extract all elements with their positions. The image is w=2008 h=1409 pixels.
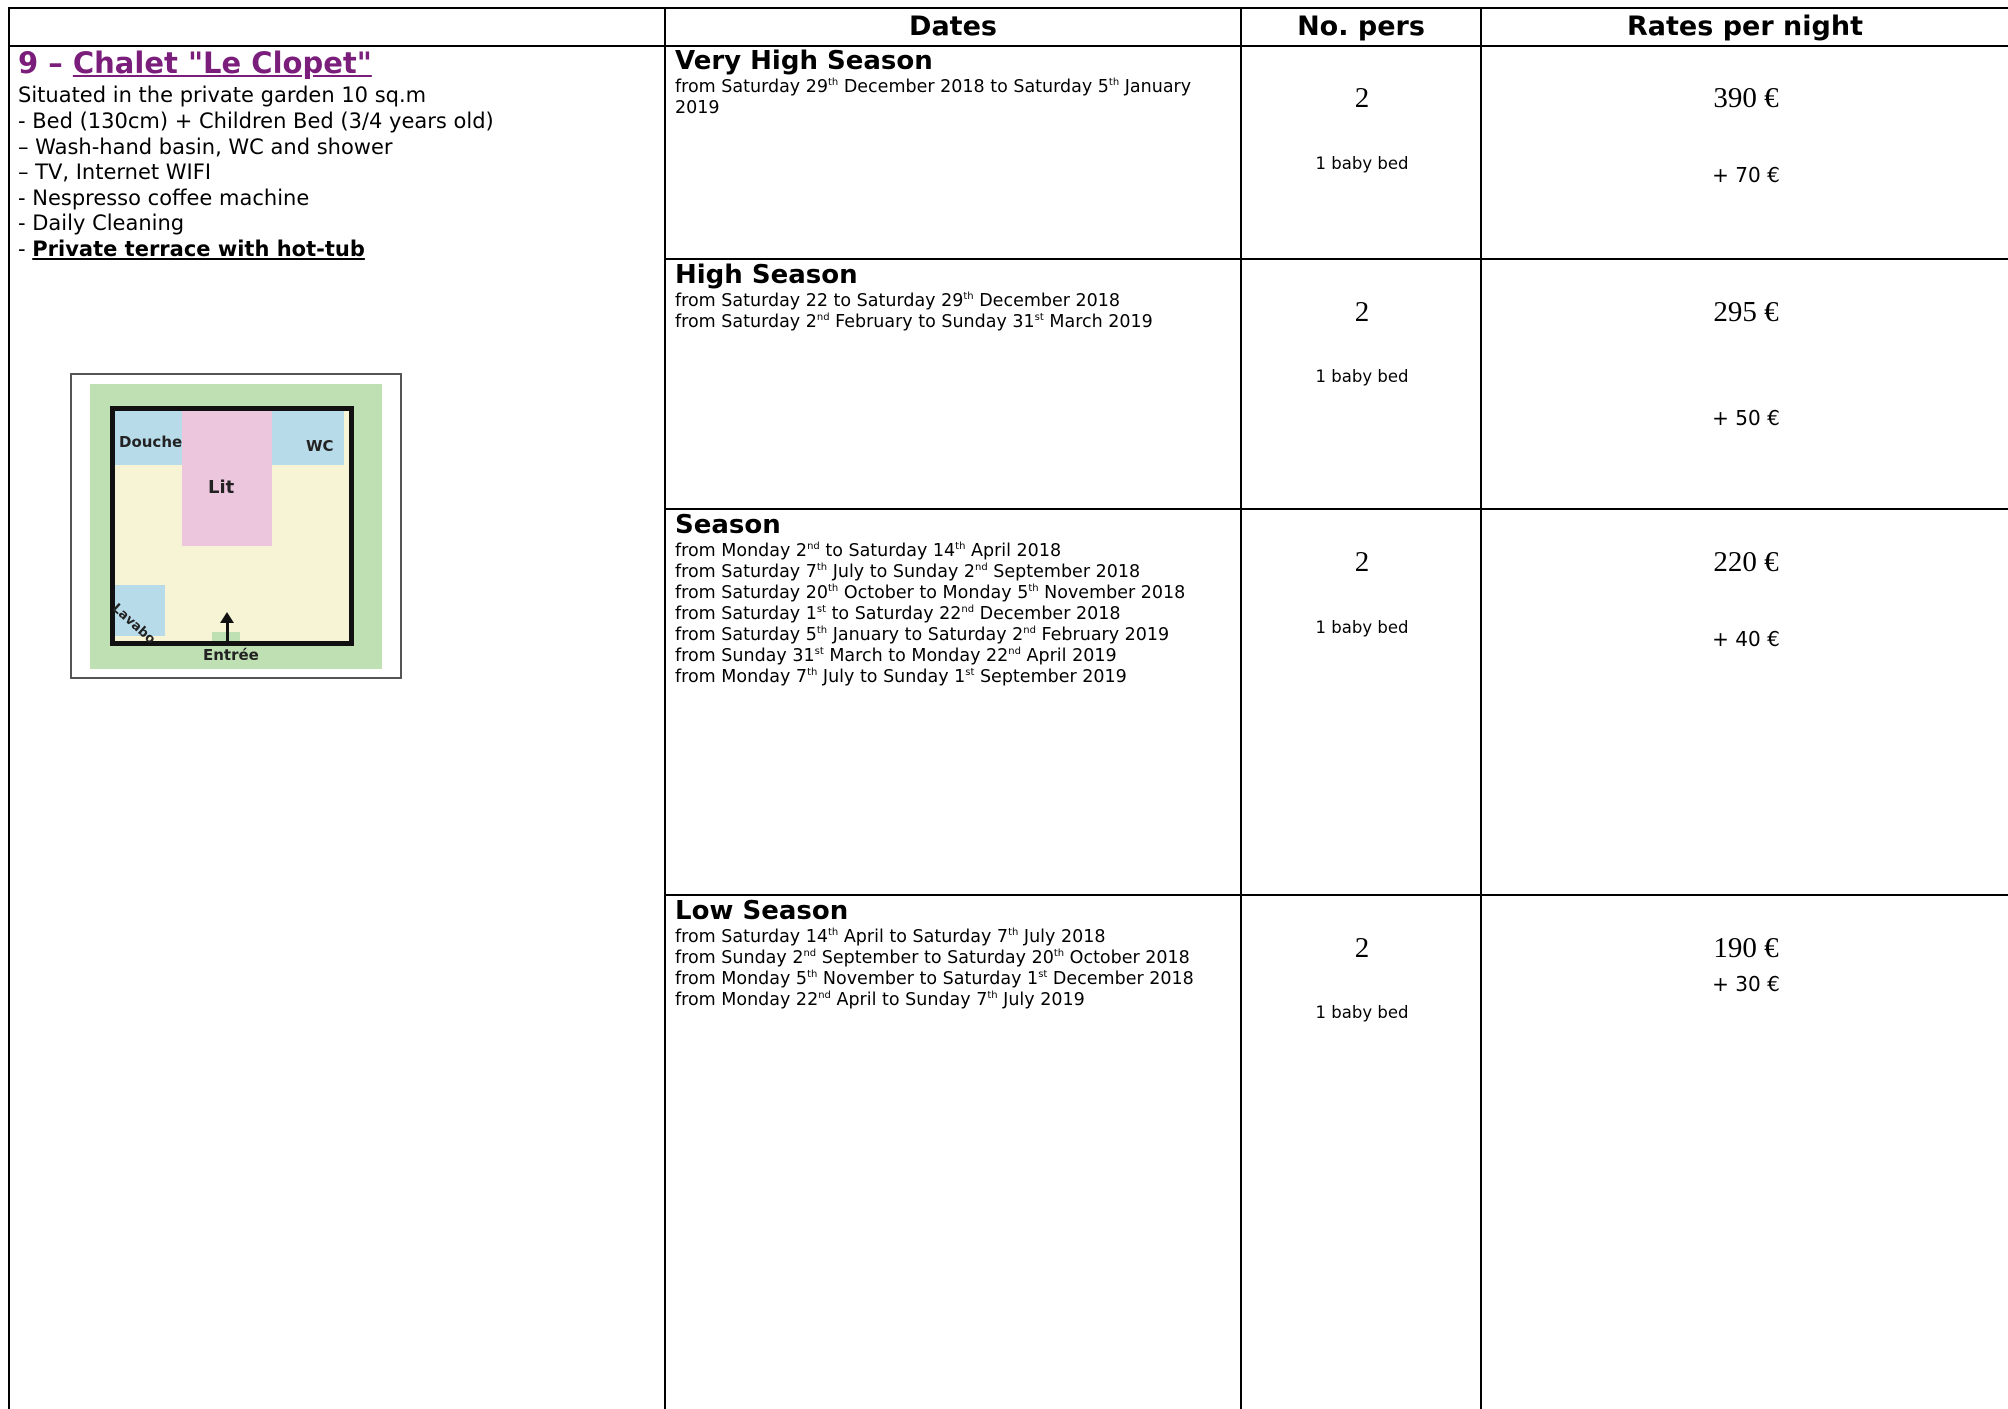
room-description-line: - Daily Cleaning (18, 211, 185, 235)
date-range-line: from Saturday 29th December 2018 to Satu… (675, 77, 1192, 97)
plan-label-lit: Lit (208, 477, 235, 498)
extra-bed-price: + 40 € (1712, 627, 1780, 651)
extra-bed-label: 1 baby bed (1315, 1003, 1409, 1022)
room-name-link[interactable]: Chalet "Le Clopet" (73, 46, 372, 80)
room-number: 9 – (18, 46, 73, 80)
price-per-night: 190 € (1713, 932, 1779, 964)
extra-bed-label: 1 baby bed (1315, 367, 1409, 386)
room-highlight-line: - Private terrace with hot-tub (18, 236, 365, 262)
extra-bed-label: 1 baby bed (1315, 154, 1409, 173)
extra-bed-label: 1 baby bed (1315, 618, 1409, 637)
date-range-line: from Saturday 5th January to Saturday 2n… (675, 625, 1170, 645)
date-range-line: from Sunday 2nd September to Saturday 20… (675, 948, 1190, 968)
date-range-line: from Saturday 7th July to Sunday 2nd Sep… (675, 562, 1141, 582)
row-divider-2 (664, 508, 2008, 510)
date-range-line: 2019 (675, 98, 720, 118)
date-range-line: from Monday 5th November to Saturday 1st… (675, 969, 1194, 989)
date-range-line: from Monday 22nd April to Sunday 7th Jul… (675, 990, 1085, 1010)
date-range-line: from Saturday 2nd February to Sunday 31s… (675, 312, 1153, 332)
season-name: Low Season (675, 896, 849, 926)
date-range-line: from Saturday 1st to Saturday 22nd Decem… (675, 604, 1121, 624)
col-divider-dates (664, 7, 666, 1409)
date-range-line: from Sunday 31st March to Monday 22nd Ap… (675, 646, 1117, 666)
room-description-line: Situated in the private garden 10 sq.m (18, 83, 427, 107)
date-range-line: from Saturday 22 to Saturday 29th Decemb… (675, 291, 1121, 311)
room-highlight: Private terrace with hot-tub (32, 237, 365, 261)
header-dates: Dates (909, 11, 997, 42)
room-description-line: - Nespresso coffee machine (18, 186, 310, 210)
season-name: High Season (675, 260, 858, 290)
extra-bed-price: + 50 € (1712, 406, 1780, 430)
season-name: Very High Season (675, 46, 933, 76)
persons-count: 2 (1354, 296, 1370, 328)
header-rates: Rates per night (1627, 11, 1863, 42)
date-range-line: from Saturday 20th October to Monday 5th… (675, 583, 1186, 603)
price-per-night: 295 € (1713, 296, 1779, 328)
persons-count: 2 (1354, 82, 1370, 114)
room-description-line: – Wash-hand basin, WC and shower (18, 135, 393, 159)
room-description-line: – TV, Internet WIFI (18, 160, 212, 184)
row-divider-1 (664, 258, 2008, 260)
persons-count: 2 (1354, 546, 1370, 578)
header-persons: No. pers (1297, 11, 1425, 42)
persons-count: 2 (1354, 932, 1370, 964)
date-range-line: from Monday 2nd to Saturday 14th April 2… (675, 541, 1062, 561)
extra-bed-price: + 70 € (1712, 163, 1780, 187)
season-name: Season (675, 510, 781, 540)
room-description-line: - Bed (130cm) + Children Bed (3/4 years … (18, 109, 494, 133)
entrance-arrow-icon (226, 620, 229, 644)
col-divider-rates (1480, 7, 1482, 1409)
room-title: 9 – Chalet "Le Clopet" (18, 46, 372, 80)
table-left-border (8, 7, 10, 1409)
price-per-night: 220 € (1713, 546, 1779, 578)
entrance-arrowhead-icon (220, 612, 234, 623)
plan-label-wc: WC (306, 437, 334, 455)
date-range-line: from Saturday 14th April to Saturday 7th… (675, 927, 1106, 947)
date-range-line: from Monday 7th July to Sunday 1st Septe… (675, 667, 1127, 687)
extra-bed-price: + 30 € (1712, 972, 1780, 996)
plan-label-douche: Douche (119, 433, 183, 451)
highlight-prefix: - (18, 237, 33, 261)
col-divider-pers (1240, 7, 1242, 1409)
plan-label-entree: Entrée (203, 646, 259, 664)
price-per-night: 390 € (1713, 82, 1779, 114)
row-divider-3 (664, 894, 2008, 896)
